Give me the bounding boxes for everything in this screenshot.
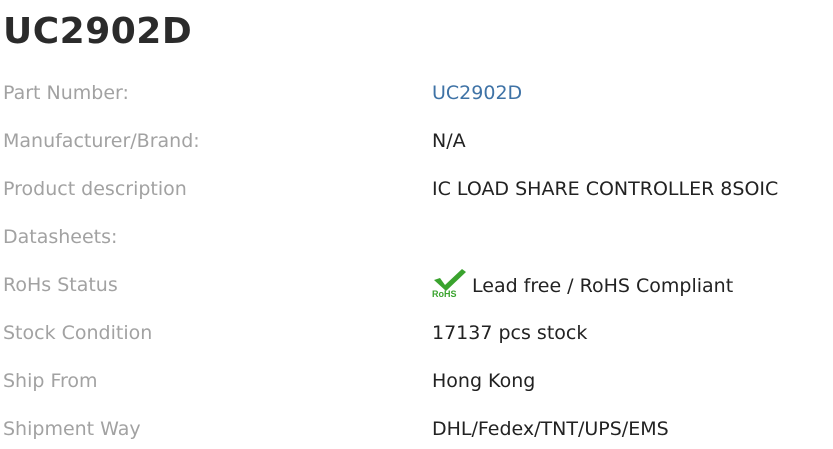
spec-label: Manufacturer/Brand: — [3, 130, 200, 152]
spec-value: N/A — [432, 130, 466, 152]
rohs-value: RoHS Lead free / RoHS Compliant — [432, 269, 734, 298]
spec-value: 17137 pcs stock — [432, 322, 588, 344]
spec-row-stock: Stock Condition 17137 pcs stock — [0, 314, 833, 362]
spec-label: Stock Condition — [3, 322, 153, 344]
rohs-badge-text: RoHS — [432, 289, 457, 298]
spec-row-rohs: RoHs Status RoHS Lead free / RoHS Compli… — [0, 266, 833, 314]
spec-row-part-number: Part Number: UC2902D — [0, 74, 833, 122]
spec-row-shipment-way: Shipment Way DHL/Fedex/TNT/UPS/EMS — [0, 410, 833, 449]
part-number-link[interactable]: UC2902D — [432, 82, 522, 105]
page-title: UC2902D — [3, 11, 193, 52]
spec-row-manufacturer: Manufacturer/Brand: N/A — [0, 122, 833, 170]
spec-label: Product description — [3, 178, 187, 200]
spec-label: Shipment Way — [3, 418, 141, 440]
spec-value: IC LOAD SHARE CONTROLLER 8SOIC — [432, 178, 779, 200]
rohs-check-icon: RoHS — [432, 268, 472, 298]
spec-row-datasheets: Datasheets: — [0, 218, 833, 266]
spec-label: Part Number: — [3, 82, 129, 104]
spec-label: Datasheets: — [3, 226, 118, 248]
spec-row-ship-from: Ship From Hong Kong — [0, 362, 833, 410]
spec-value: Lead free / RoHS Compliant — [472, 274, 734, 297]
product-specs: Part Number: UC2902D Manufacturer/Brand:… — [0, 74, 833, 449]
spec-value: Hong Kong — [432, 370, 536, 392]
spec-row-description: Product description IC LOAD SHARE CONTRO… — [0, 170, 833, 218]
spec-value: DHL/Fedex/TNT/UPS/EMS — [432, 418, 669, 440]
spec-label: RoHs Status — [3, 274, 118, 296]
spec-label: Ship From — [3, 370, 98, 392]
